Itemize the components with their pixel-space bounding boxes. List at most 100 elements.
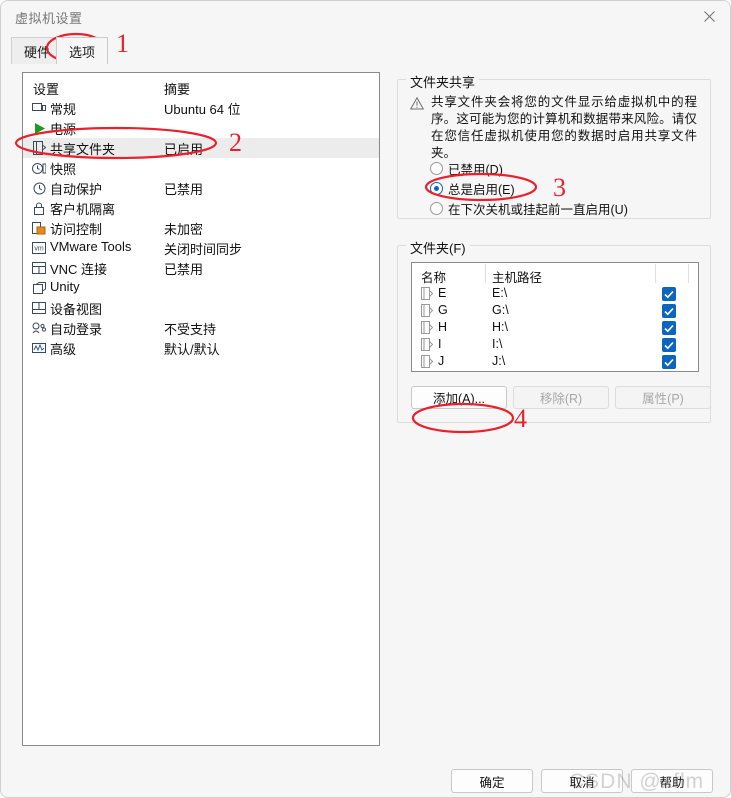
settings-list-panel[interactable]: 设置 摘要 常规 Ubuntu 64 位 电源 共享文件夹 已启用 快照 自动保… [22,72,380,746]
shared-folder-icon [31,140,47,156]
tab-options-label: 选项 [69,44,96,60]
snapshot-clock-icon [31,160,47,176]
folder-enabled-checkbox[interactable] [662,338,676,352]
folder-path: I:\ [492,337,503,351]
annotation-marker-4: 4 [514,404,527,433]
settings-row-summary: 默认/默认 [164,342,220,357]
autologin-icon [31,320,47,336]
settings-row-summary: 关闭时间同步 [164,242,243,257]
vmware-tools-icon: vm [31,240,47,256]
settings-row-vmware-tools[interactable]: vm VMware Tools 关闭时间同步 [23,238,379,258]
vm-settings-dialog: 虚拟机设置 硬件 选项 设置 摘要 常规 Ubuntu 64 位 电源 共享文件… [0,0,731,798]
lock-icon [31,200,47,216]
radio-label: 已禁用(D) [448,162,503,177]
autoprotect-icon [31,180,47,196]
settings-row-summary: 已禁用 [164,262,204,277]
settings-row-label: 自动登录 [50,322,103,337]
settings-row-label: 常规 [50,102,77,117]
tab-strip: 硬件 选项 [1,34,730,64]
folder-name: H [438,320,448,334]
settings-row-label: 访问控制 [50,222,103,237]
settings-row-general[interactable]: 常规 Ubuntu 64 位 [23,98,379,118]
column-divider[interactable] [485,264,486,283]
settings-row-label: VMware Tools [50,239,132,254]
settings-row-label: 设备视图 [50,302,103,317]
radio-until-next-shutdown[interactable]: 在下次关机或挂起前一直启用(U) [430,199,628,217]
folder-sharing-group-title: 文件夹共享 [406,72,480,91]
folder-icon [421,287,434,301]
folder-path: H:\ [492,320,508,334]
settings-row-access-control[interactable]: 访问控制 未加密 [23,218,379,238]
vnc-icon [31,260,47,276]
power-play-icon [31,120,47,136]
folder-enabled-checkbox[interactable] [662,287,676,301]
settings-row-summary: 未加密 [164,222,204,237]
radio-label: 总是启用(E) [448,182,515,197]
settings-row-summary: 已禁用 [164,182,204,197]
ok-button[interactable]: 确定 [451,769,533,793]
access-control-icon [31,220,47,236]
annotation-marker-3: 3 [553,173,566,202]
monitor-icon [31,100,47,116]
settings-row-advanced[interactable]: 高级 默认/默认 [23,338,379,358]
radio-always-enabled[interactable]: 总是启用(E) [430,179,515,197]
folders-table-row[interactable]: E E:\ [412,286,698,303]
folders-table-row[interactable]: H H:\ [412,320,698,337]
tab-options[interactable]: 选项 [56,37,109,64]
folder-name: G [438,303,448,317]
advanced-icon [31,340,47,356]
folder-icon [421,321,434,335]
warning-triangle-icon [409,96,425,111]
folder-name: E [438,286,447,300]
folder-path: E:\ [492,286,508,300]
settings-row-label: VNC 连接 [50,262,108,277]
window-title: 虚拟机设置 [15,11,83,26]
folders-table-row[interactable]: J J:\ [412,354,698,371]
annotation-marker-1: 1 [116,29,129,58]
title-bar: 虚拟机设置 [1,1,730,33]
annotation-marker-2: 2 [229,128,242,157]
close-icon[interactable] [687,1,730,32]
settings-row-unity[interactable]: Unity [23,278,379,298]
folder-name: I [438,337,442,351]
radio-indicator-checked [430,181,443,195]
device-view-icon [31,300,47,316]
settings-row-guest-isolation[interactable]: 客户机隔离 [23,198,379,218]
settings-row-autoprotect[interactable]: 自动保护 已禁用 [23,178,379,198]
folder-icon [421,338,434,352]
csdn-watermark: CSDN @xflm [569,770,705,793]
folder-sharing-warning-text: 共享文件夹会将您的文件显示给虚拟机中的程序。这可能为您的计算机和数据带来风险。请… [431,95,697,160]
unity-icon [31,280,47,296]
settings-row-label: Unity [50,279,80,294]
folder-icon [421,355,434,369]
folders-table[interactable]: 名称 主机路径 E E:\ G G:\ H H:\ I I:\ J J:\ [411,262,699,372]
settings-row-snapshot[interactable]: 快照 [23,158,379,178]
settings-row-vnc[interactable]: VNC 连接 已禁用 [23,258,379,278]
column-header-summary: 摘要 [164,82,191,97]
settings-row-power[interactable]: 电源 [23,118,379,138]
settings-row-label: 快照 [50,162,77,177]
settings-row-label: 共享文件夹 [50,142,116,157]
settings-row-autologin[interactable]: 自动登录 不受支持 [23,318,379,338]
radio-indicator [430,161,443,175]
folder-enabled-checkbox[interactable] [662,304,676,318]
folder-properties-button[interactable]: 属性(P) [615,386,711,409]
tab-hardware-label: 硬件 [24,44,51,60]
folder-enabled-checkbox[interactable] [662,355,676,369]
folder-path: G:\ [492,303,509,317]
add-folder-button[interactable]: 添加(A)... [411,386,507,409]
settings-row-summary: Ubuntu 64 位 [164,102,241,117]
remove-folder-button[interactable]: 移除(R) [513,386,609,409]
settings-row-label: 高级 [50,342,77,357]
column-header-settings: 设置 [33,82,60,97]
folder-enabled-checkbox[interactable] [662,321,676,335]
folders-table-row[interactable]: G G:\ [412,303,698,320]
settings-row-device-view[interactable]: 设备视图 [23,298,379,318]
folders-group-title: 文件夹(F) [406,238,470,257]
radio-disabled[interactable]: 已禁用(D) [430,159,503,177]
column-divider[interactable] [655,264,656,283]
settings-row-shared-folders[interactable]: 共享文件夹 已启用 [23,138,379,158]
folder-name: J [438,354,445,368]
folders-table-row[interactable]: I I:\ [412,337,698,354]
column-divider[interactable] [688,264,689,283]
